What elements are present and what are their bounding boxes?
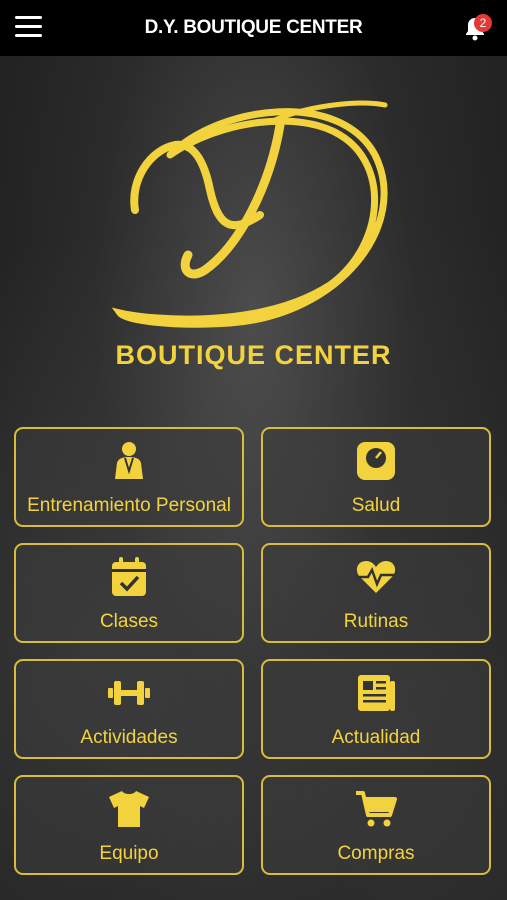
tile-label: Salud	[351, 495, 401, 516]
tile-label: Actualidad	[331, 727, 421, 748]
tshirt-icon	[109, 791, 149, 827]
tile-actualidad[interactable]: Actualidad	[261, 659, 491, 759]
tile-label: Equipo	[99, 843, 159, 864]
tile-equipo[interactable]: Equipo	[14, 775, 244, 875]
app-title: D.Y. BOUTIQUE CENTER	[144, 17, 363, 38]
tile-label: Compras	[337, 843, 415, 864]
dy-logo	[111, 100, 388, 328]
heartbeat-icon	[356, 561, 396, 593]
newspaper-icon	[358, 675, 395, 711]
brand-text: BOUTIQUE CENTER	[115, 340, 392, 370]
tile-label: Actividades	[80, 727, 178, 748]
calendar-check-icon	[112, 557, 146, 596]
tile-salud[interactable]: Salud	[261, 427, 491, 527]
tile-label: Clases	[99, 611, 159, 632]
tile-actividades[interactable]: Actividades	[14, 659, 244, 759]
dumbbell-icon	[108, 681, 150, 705]
tile-clases[interactable]: Clases	[14, 543, 244, 643]
tile-entrenamiento-personal[interactable]: Entrenamiento Personal	[14, 427, 244, 527]
personal-trainer-icon	[115, 442, 143, 479]
tile-label: Rutinas	[343, 611, 409, 632]
tile-compras[interactable]: Compras	[261, 775, 491, 875]
tile-label: Entrenamiento Personal	[27, 495, 231, 516]
cart-icon	[356, 791, 397, 827]
notification-badge: 2	[474, 14, 492, 32]
scale-icon	[357, 442, 395, 480]
tile-rutinas[interactable]: Rutinas	[261, 543, 491, 643]
top-bar: D.Y. BOUTIQUE CENTER 2	[0, 0, 507, 56]
